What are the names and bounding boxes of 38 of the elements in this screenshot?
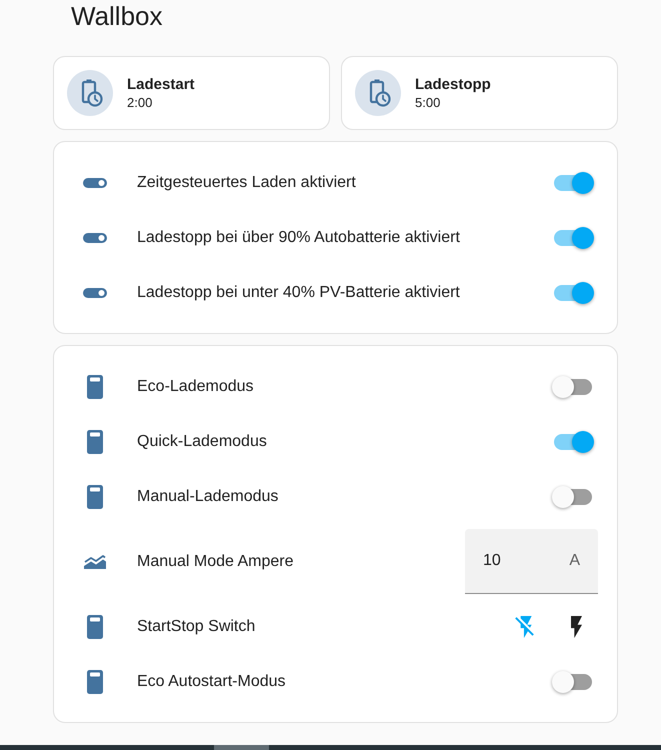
tile-state: 5:00 xyxy=(415,94,440,111)
battery-clock-icon xyxy=(67,70,113,116)
scrollbar-thumb[interactable] xyxy=(214,745,269,750)
tile-name: Ladestart xyxy=(127,75,195,94)
toggle-switch[interactable] xyxy=(552,430,594,454)
tile-card[interactable]: Ladestopp 5:00 xyxy=(341,56,618,130)
toggle-switch[interactable] xyxy=(552,280,594,304)
row-label: Manual Mode Ampere xyxy=(137,552,295,572)
lightning-icon xyxy=(570,616,582,638)
device-icon xyxy=(87,614,103,638)
row-label: Eco-Lademodus xyxy=(137,376,255,396)
tile-name: Ladestopp xyxy=(415,75,491,94)
tile-state: 2:00 xyxy=(127,94,152,111)
toggle-switch[interactable] xyxy=(552,374,594,398)
page-title: Wallbox xyxy=(71,0,163,32)
toggle-switch-icon xyxy=(83,288,107,298)
device-icon xyxy=(87,374,103,398)
lightning-off-icon xyxy=(514,616,534,638)
row-label: StartStop Switch xyxy=(137,616,256,636)
row-label: Zeitgesteuertes Laden aktiviert xyxy=(137,172,357,192)
toggle-switch[interactable] xyxy=(552,170,594,194)
toggle-switch-icon xyxy=(83,178,107,188)
row-label: Ladestopp bei unter 40% PV-Batterie aktiviert xyxy=(137,282,461,302)
toggle-switch-icon xyxy=(83,232,107,242)
number-field[interactable]: 10 A xyxy=(465,529,598,594)
device-icon xyxy=(87,484,103,508)
row-label: Manual-Lademodus xyxy=(137,486,280,506)
row-label: Quick-Lademodus xyxy=(137,432,268,452)
device-icon xyxy=(87,670,103,694)
row-label: Eco Autostart-Modus xyxy=(137,672,287,692)
toggle-switch[interactable] xyxy=(552,226,594,250)
toggle-switch[interactable] xyxy=(552,670,594,694)
toggle-switch[interactable] xyxy=(552,484,594,508)
row-label: Ladestopp bei über 90% Autobatterie aktiviert xyxy=(137,228,461,248)
battery-clock-icon xyxy=(355,70,401,116)
device-icon xyxy=(87,430,103,454)
area-chart-icon xyxy=(84,554,106,568)
tile-card[interactable]: Ladestart 2:00 xyxy=(53,56,330,130)
